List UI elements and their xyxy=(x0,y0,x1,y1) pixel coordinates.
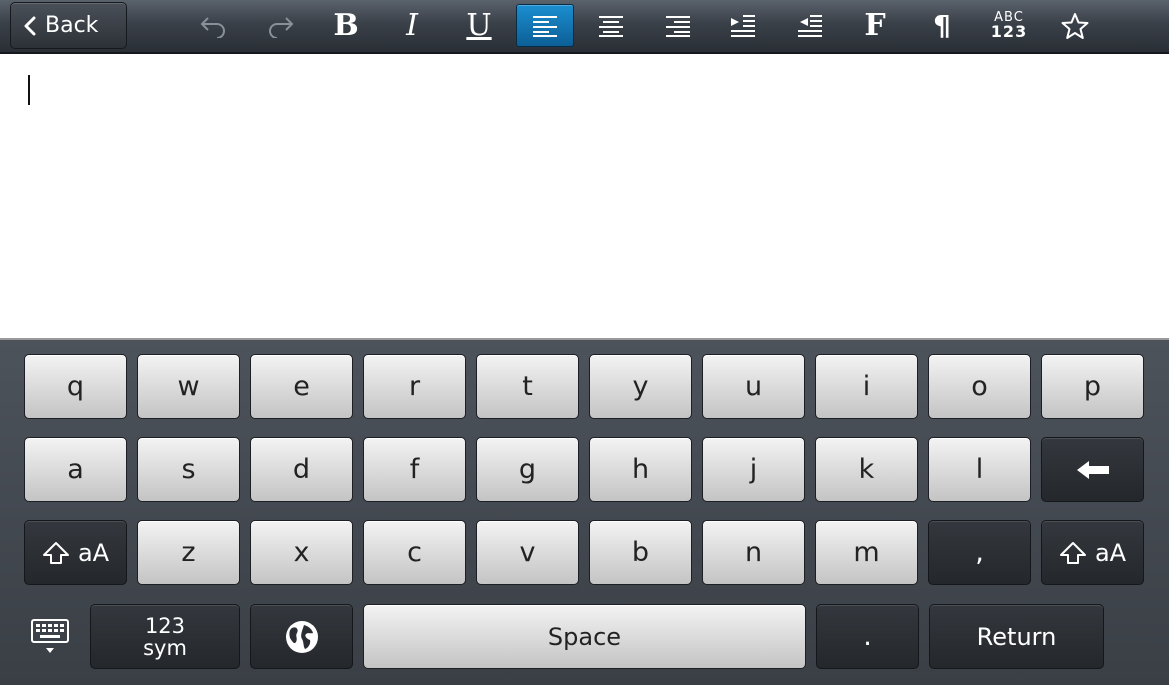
paragraph-button[interactable]: ¶ xyxy=(913,4,971,47)
italic-button[interactable]: I xyxy=(383,4,441,47)
shift-label: aA xyxy=(1094,538,1127,567)
key-k[interactable]: k xyxy=(815,437,918,502)
backspace-key[interactable] xyxy=(1041,437,1144,502)
key-d[interactable]: d xyxy=(250,437,353,502)
align-left-button[interactable] xyxy=(516,4,574,47)
space-key[interactable]: Space xyxy=(363,604,806,669)
outdent-button[interactable] xyxy=(781,4,839,47)
align-right-icon xyxy=(666,15,690,37)
align-left-icon xyxy=(533,15,557,37)
period-key[interactable]: . xyxy=(816,604,919,669)
key-g[interactable]: g xyxy=(476,437,579,502)
outdent-icon xyxy=(798,14,822,37)
key-u[interactable]: u xyxy=(702,354,805,419)
redo-button[interactable] xyxy=(251,4,309,47)
bold-button[interactable]: B xyxy=(317,4,375,47)
key-e[interactable]: e xyxy=(250,354,353,419)
keyboard-hide-icon[interactable] xyxy=(30,616,72,656)
indent-icon xyxy=(731,14,755,37)
undo-button[interactable] xyxy=(185,4,243,47)
key-c[interactable]: c xyxy=(363,520,466,585)
chevron-left-icon xyxy=(24,16,36,35)
favorite-button[interactable] xyxy=(1046,4,1104,47)
comma-key[interactable]: , xyxy=(928,520,1031,585)
globe-icon xyxy=(285,620,318,653)
return-key[interactable]: Return xyxy=(929,604,1104,669)
format-toolbar: Back B I U F ¶ ABC 123 xyxy=(0,0,1169,54)
shift-arrow-icon xyxy=(42,541,69,564)
key-n[interactable]: n xyxy=(702,520,805,585)
shift-label: aA xyxy=(77,538,110,567)
shift-key-right[interactable]: aA xyxy=(1041,520,1144,585)
align-right-button[interactable] xyxy=(649,4,707,47)
symbols-key-top: 123 xyxy=(144,613,186,638)
key-q[interactable]: q xyxy=(24,354,127,419)
key-v[interactable]: v xyxy=(476,520,579,585)
key-o[interactable]: o xyxy=(928,354,1031,419)
key-b[interactable]: b xyxy=(589,520,692,585)
font-icon: F xyxy=(864,7,886,43)
key-i[interactable]: i xyxy=(815,354,918,419)
shift-arrow-icon xyxy=(1059,541,1086,564)
key-m[interactable]: m xyxy=(815,520,918,585)
key-l[interactable]: l xyxy=(928,437,1031,502)
symbols-key[interactable]: 123 sym xyxy=(90,604,240,669)
key-r[interactable]: r xyxy=(363,354,466,419)
key-w[interactable]: w xyxy=(137,354,240,419)
indent-button[interactable] xyxy=(714,4,772,47)
key-z[interactable]: z xyxy=(137,520,240,585)
key-p[interactable]: p xyxy=(1041,354,1144,419)
text-caret xyxy=(28,75,30,105)
backspace-arrow-icon xyxy=(1076,460,1109,479)
paragraph-icon: ¶ xyxy=(933,8,951,42)
key-j[interactable]: j xyxy=(702,437,805,502)
key-a[interactable]: a xyxy=(24,437,127,502)
symbols-key-bottom: sym xyxy=(143,635,187,660)
font-button[interactable]: F xyxy=(846,4,904,47)
key-t[interactable]: t xyxy=(476,354,579,419)
italic-icon: I xyxy=(406,7,418,43)
align-center-button[interactable] xyxy=(582,4,640,47)
abc-123-icon: ABC 123 xyxy=(991,11,1027,40)
underline-button[interactable]: U xyxy=(450,4,508,47)
undo-icon xyxy=(200,16,225,38)
spellcheck-button[interactable]: ABC 123 xyxy=(980,4,1038,47)
language-key[interactable] xyxy=(250,604,353,669)
key-s[interactable]: s xyxy=(137,437,240,502)
key-x[interactable]: x xyxy=(250,520,353,585)
num-label: 123 xyxy=(990,22,1028,41)
back-label: Back xyxy=(45,13,99,38)
redo-icon xyxy=(269,16,294,38)
key-y[interactable]: y xyxy=(589,354,692,419)
back-button[interactable]: Back xyxy=(10,2,127,49)
underline-icon: U xyxy=(466,7,492,43)
shift-key-left[interactable]: aA xyxy=(24,520,127,585)
bold-icon: B xyxy=(333,7,359,43)
key-h[interactable]: h xyxy=(589,437,692,502)
star-icon xyxy=(1061,12,1089,39)
document-editor[interactable] xyxy=(0,56,1169,338)
align-center-icon xyxy=(599,15,623,37)
key-f[interactable]: f xyxy=(363,437,466,502)
